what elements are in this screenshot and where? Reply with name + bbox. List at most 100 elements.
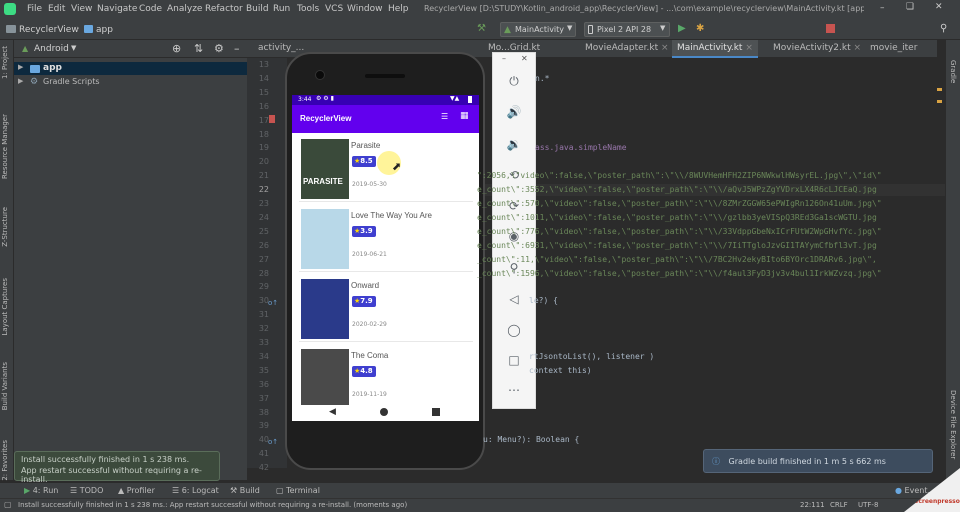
- project-tool-label[interactable]: 1: Project: [1, 46, 9, 79]
- tab-label: MovieActivity2.kt: [773, 43, 851, 53]
- menu-help[interactable]: Help: [388, 4, 409, 14]
- breadcrumb-root[interactable]: RecyclerView: [19, 25, 79, 35]
- line-number: 39: [258, 421, 269, 431]
- code-line: ":2056,\"video\":false,\"poster_path\":\…: [477, 171, 882, 181]
- apply-changes-icon[interactable]: ▶: [678, 23, 686, 34]
- close-icon[interactable]: ×: [661, 43, 669, 53]
- install-notification[interactable]: Install successfully finished in 1 s 238…: [14, 451, 220, 484]
- minimize-icon[interactable]: –: [502, 54, 506, 63]
- app-toolbar: RecyclerView ☰ ▦: [292, 105, 479, 133]
- gradle-label[interactable]: Gradle: [949, 60, 957, 83]
- chevron-down-icon: ▼: [567, 24, 573, 32]
- menu-edit[interactable]: Edit: [48, 4, 65, 14]
- minimize-button[interactable]: –: [880, 3, 885, 13]
- device-file-explorer-label[interactable]: Device File Explorer: [949, 390, 957, 459]
- home-icon[interactable]: ◯: [493, 323, 535, 337]
- line-number: 17: [258, 115, 269, 125]
- close-button[interactable]: ✕: [935, 2, 943, 12]
- movie-card[interactable]: The Coma ★4.8 2019-11-19: [299, 346, 473, 405]
- debug-icon[interactable]: ✱: [696, 23, 704, 34]
- menu-refactor[interactable]: Refactor: [205, 4, 243, 14]
- menu-analyze[interactable]: Analyze: [167, 4, 202, 14]
- poster-caption: PARASITE: [303, 177, 343, 186]
- list-view-icon[interactable]: ☰: [441, 112, 448, 121]
- close-icon[interactable]: ×: [854, 43, 862, 53]
- run-config-select[interactable]: ▲ MainActivity ▼: [500, 22, 576, 37]
- structure-label[interactable]: Z-Structure: [1, 207, 9, 247]
- view-mode-select[interactable]: Android: [34, 44, 69, 54]
- volume-up-icon[interactable]: 🔊: [493, 105, 535, 119]
- tree-item-gradle[interactable]: ▶ ⚙ Gradle Scripts: [14, 76, 247, 89]
- menu-navigate[interactable]: Navigate: [97, 4, 137, 14]
- collapse-icon[interactable]: ⇅: [194, 42, 203, 55]
- menu-tools[interactable]: Tools: [297, 4, 319, 14]
- menu-view[interactable]: View: [71, 4, 92, 14]
- file-encoding[interactable]: UTF-8: [858, 501, 878, 509]
- nav-overview-icon[interactable]: [432, 408, 440, 416]
- power-icon[interactable]: ⏻: [493, 74, 535, 89]
- menu-run[interactable]: Run: [273, 4, 290, 14]
- title-bar: File Edit View Navigate Code Analyze Refactor B…: [0, 0, 960, 20]
- tab-label: movie_iter: [870, 43, 918, 53]
- target-icon[interactable]: ⊕: [172, 42, 181, 55]
- layout-captures-label[interactable]: Layout Captures: [1, 278, 9, 336]
- gear-icon[interactable]: ⚙: [214, 42, 224, 55]
- info-icon: ⓘ: [712, 457, 720, 466]
- menu-build[interactable]: Build: [246, 4, 269, 14]
- app-title: RecyclerView: [300, 114, 352, 123]
- tab-movie-iter[interactable]: movie_iter: [865, 40, 922, 58]
- build-tool-button[interactable]: ⚒ Build: [230, 486, 260, 495]
- profiler-tool-button[interactable]: ▲ Profiler: [118, 486, 155, 495]
- movie-card[interactable]: Onward ★7.9 2020-02-29: [299, 276, 473, 342]
- tree-item-label: app: [43, 63, 62, 73]
- tree-item-app[interactable]: ▶ app: [14, 62, 247, 75]
- status-toggle-icon[interactable]: ▢: [4, 500, 12, 509]
- list-icon: ☰: [70, 486, 78, 495]
- terminal-tool-button[interactable]: ▢ Terminal: [276, 486, 320, 495]
- maximize-button[interactable]: ❏: [906, 2, 914, 12]
- event-log-icon: ●: [895, 486, 902, 495]
- tab-movie-adapter[interactable]: MovieAdapter.kt ×: [580, 40, 674, 58]
- play-icon: ▶: [24, 486, 31, 495]
- movie-card[interactable]: Love The Way You Are ★3.9 2019-06-21: [299, 206, 473, 272]
- volume-down-icon[interactable]: 🔉: [493, 137, 535, 151]
- caret-position[interactable]: 22:111: [800, 501, 825, 509]
- more-icon[interactable]: ⋯: [493, 383, 535, 397]
- rating-value: 7.9: [360, 297, 373, 305]
- gradle-notification[interactable]: ⓘ Gradle build finished in 1 m 5 s 662 m…: [703, 449, 933, 473]
- menu-file[interactable]: File: [27, 4, 42, 14]
- breadcrumb-module[interactable]: app: [96, 25, 113, 35]
- tab-main-activity[interactable]: MainActivity.kt ×: [672, 40, 758, 58]
- tab-movie-activity2[interactable]: MovieActivity2.kt ×: [768, 40, 866, 58]
- search-everywhere-icon[interactable]: ⚲: [940, 23, 947, 34]
- logcat-tool-button[interactable]: ☰ 6: Logcat: [172, 486, 219, 495]
- menu-code[interactable]: Code: [139, 4, 162, 14]
- resource-manager-label[interactable]: Resource Manager: [1, 114, 9, 179]
- build-variants-label[interactable]: Build Variants: [1, 362, 9, 410]
- expand-arrow-icon[interactable]: ▶: [18, 77, 23, 85]
- expand-arrow-icon[interactable]: ▶: [18, 63, 23, 71]
- device-select[interactable]: Pixel 2 API 28 ▼: [584, 22, 670, 37]
- phone-screen[interactable]: 3:44 ⚙ ⚙ ▮ ▼▲ RecyclerView ☰ ▦ PARASITE P…: [292, 95, 479, 405]
- menu-window[interactable]: Window: [347, 4, 383, 14]
- favorites-label[interactable]: 2: Favorites: [1, 440, 9, 481]
- nav-back-icon[interactable]: ◀: [329, 407, 336, 417]
- hide-panel-icon[interactable]: –: [234, 42, 240, 55]
- tab-label: MainActivity.kt: [677, 43, 743, 53]
- line-separator[interactable]: CRLF: [830, 501, 848, 509]
- module-folder-icon: [30, 65, 40, 73]
- todo-tool-button[interactable]: ☰ TODO: [70, 486, 103, 495]
- close-icon[interactable]: ×: [745, 43, 753, 53]
- code-line: _count\":11,\"video\":false,\"poster_pat…: [477, 254, 877, 264]
- line-number: 38: [258, 407, 269, 417]
- run-tool-button[interactable]: ▶ 4: Run: [24, 486, 58, 495]
- hammer-icon[interactable]: ⚒: [477, 23, 486, 34]
- nav-home-icon[interactable]: [380, 408, 388, 416]
- stop-icon[interactable]: [826, 24, 835, 33]
- menu-vcs[interactable]: VCS: [325, 4, 343, 14]
- close-icon[interactable]: ✕: [521, 54, 528, 63]
- chevron-down-icon[interactable]: ▼: [71, 44, 76, 52]
- grid-view-icon[interactable]: ▦: [460, 111, 469, 121]
- profiler-icon: ▲: [118, 486, 125, 495]
- android-view-icon: ▲: [22, 44, 29, 53]
